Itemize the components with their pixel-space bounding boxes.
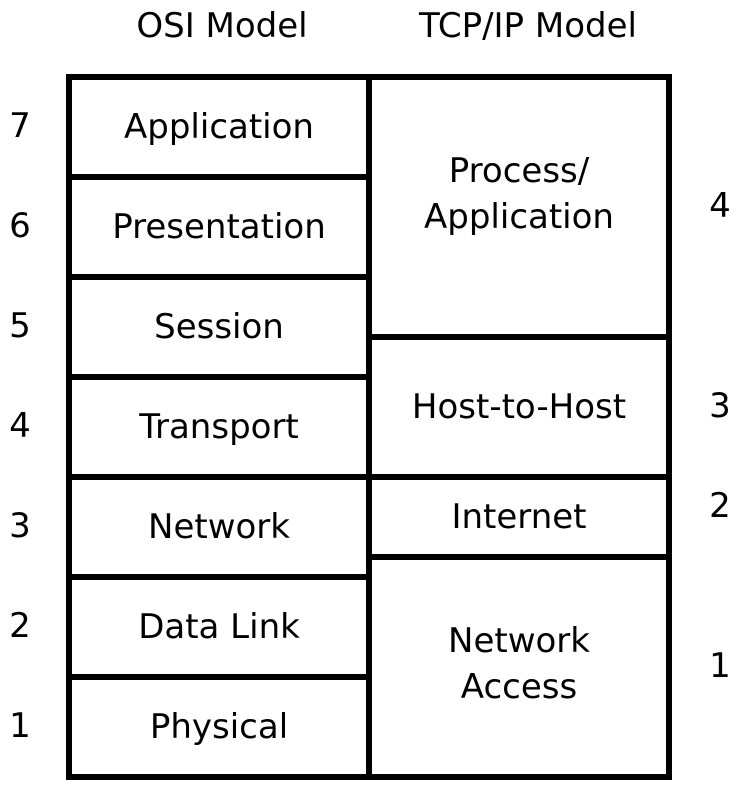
osi-layer-number: 1 (9, 706, 31, 746)
osi-layer-number: 3 (9, 506, 31, 546)
osi-layer-number: 2 (9, 606, 31, 646)
osi-layer-network: Network (148, 507, 290, 547)
tcpip-layer-number: 2 (709, 486, 731, 526)
tcpip-layer-number: 1 (709, 646, 731, 686)
tcpip-model-header: TCP/IP Model (419, 6, 637, 46)
tcpip-layer-number: 4 (709, 186, 731, 226)
osi-layer-physical: Physical (149, 707, 289, 747)
osi-layer-number: 5 (9, 306, 31, 346)
osi-layer-number: 7 (9, 106, 31, 146)
osi-layer-presentation: Presentation (112, 207, 326, 247)
osi-layer-application: Application (124, 107, 314, 147)
tcpip-layer-network-access: Network Access (448, 621, 590, 707)
frame-right (666, 74, 672, 780)
osi-layer-data-link: Data Link (138, 607, 300, 647)
tcpip-layer-number: 3 (709, 386, 731, 426)
tcpip-layer-internet: Internet (451, 497, 587, 537)
osi-model-header: OSI Model (136, 6, 308, 46)
tcpip-layer-process-application: Process/ Application (424, 151, 614, 237)
osi-layer-transport: Transport (139, 407, 299, 447)
osi-layer-number: 4 (9, 406, 31, 446)
osi-layer-session: Session (154, 307, 284, 347)
tcpip-layer-host-to-host: Host-to-Host (411, 387, 627, 427)
osi-layer-number: 6 (9, 206, 31, 246)
